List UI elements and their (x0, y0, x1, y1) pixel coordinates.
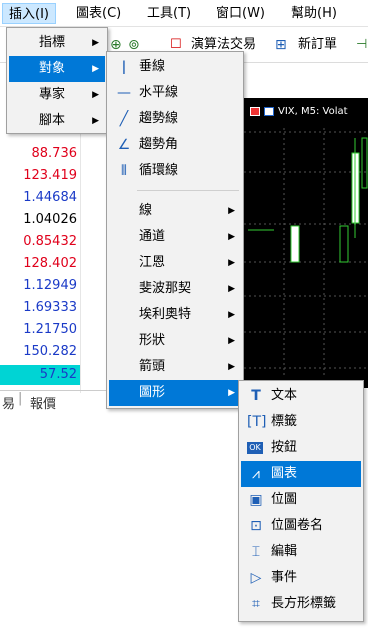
menu-item-chart[interactable]: ⩘ 圖表 (241, 461, 361, 487)
price-value: 150.282 (23, 344, 77, 359)
objects-submenu: ǀ 垂線 — 水平線 ╱ 趨勢線 ∠ 趨勢角 ⫴ 循環線 線 ▶ 通道 ▶ 江恩… (106, 51, 244, 409)
price-value: 128.402 (23, 256, 77, 271)
menu-item-experts[interactable]: 專家 ▶ (9, 82, 105, 108)
text-icon: T (251, 388, 261, 404)
price-value: 0.85432 (23, 234, 77, 249)
submenu-arrow-icon: ▶ (228, 310, 235, 320)
price-value-selected: 57.52 (0, 365, 80, 385)
bitmap-label-icon: ⊡ (250, 518, 262, 534)
bitmap-icon: ▣ (249, 492, 263, 508)
menu-item-vertical-line[interactable]: ǀ 垂線 (109, 54, 241, 80)
graphics-submenu: T 文本 [T] 標籤 OK 按鈕 ⩘ 圖表 ▣ 位圖 ⊡ 位圖卷名 ⌶ 編輯 … (238, 380, 364, 622)
submenu-arrow-icon: ▶ (92, 116, 99, 126)
price-value: 1.21750 (23, 322, 77, 337)
submenu-arrow-icon: ▶ (228, 206, 235, 216)
submenu-arrow-icon: ▶ (228, 232, 235, 242)
menu-item-cycle-lines[interactable]: ⫴ 循環線 (109, 158, 241, 184)
menu-item-bitmap[interactable]: ▣ 位圖 (241, 487, 361, 513)
new-order-button[interactable]: 新訂單 (298, 35, 337, 55)
menu-help[interactable]: 幫助(H) (285, 3, 343, 24)
price-value: 1.44684 (23, 190, 77, 205)
menu-item-event[interactable]: ▷ 事件 (241, 565, 361, 591)
menu-item-elliott[interactable]: 埃利奧特 ▶ (109, 302, 241, 328)
menu-window[interactable]: 窗口(W) (210, 3, 271, 24)
submenu-arrow-icon: ▶ (228, 258, 235, 268)
price-value: 1.69333 (23, 300, 77, 315)
horizontal-line-icon: — (117, 85, 131, 101)
submenu-arrow-icon: ▶ (228, 388, 235, 398)
price-chart[interactable]: VIX, M5: Volat (244, 98, 368, 388)
menu-item-rectangle-label[interactable]: ⌗ 長方形標籤 (241, 591, 361, 617)
menu-item-fibonacci[interactable]: 斐波那契 ▶ (109, 276, 241, 302)
submenu-arrow-icon: ▶ (228, 284, 235, 294)
menu-item-button[interactable]: OK 按鈕 (241, 435, 361, 461)
menu-item-trend-angle[interactable]: ∠ 趨勢角 (109, 132, 241, 158)
menu-item-gann[interactable]: 江恩 ▶ (109, 250, 241, 276)
event-icon: ▷ (250, 570, 262, 586)
menu-item-lines[interactable]: 線 ▶ (109, 198, 241, 224)
submenu-arrow-icon: ▶ (228, 362, 235, 372)
submenu-arrow-icon: ▶ (228, 336, 235, 346)
button-icon: OK (247, 442, 263, 454)
price-value: 1.04026 (23, 212, 77, 227)
menu-item-objects[interactable]: 對象 ▶ (9, 56, 105, 82)
trend-angle-icon: ∠ (117, 137, 131, 153)
bottom-tabs: 易 | 報價 (0, 390, 108, 412)
menu-item-channels[interactable]: 通道 ▶ (109, 224, 241, 250)
menu-insert[interactable]: 插入(I) (2, 3, 56, 24)
chart-icon: ⩘ (252, 466, 260, 482)
tab-divider: | (18, 391, 23, 406)
menu-item-trendline[interactable]: ╱ 趨勢線 (109, 106, 241, 132)
label-icon: [T] (247, 414, 267, 430)
vertical-line-icon: ǀ (121, 59, 127, 75)
menu-item-label[interactable]: [T] 標籤 (241, 409, 361, 435)
tab-trade[interactable]: 易 (2, 393, 15, 412)
tab-quotes[interactable]: 報價 (30, 393, 56, 412)
menu-item-shapes[interactable]: 形狀 ▶ (109, 328, 241, 354)
menu-item-arrows[interactable]: 箭頭 ▶ (109, 354, 241, 380)
rectangle-label-icon: ⌗ (252, 596, 260, 612)
menubar: 插入(I) 圖表(C) 工具(T) 窗口(W) 幫助(H) (0, 0, 368, 27)
insert-menu: 指標 ▶ 對象 ▶ 專家 ▶ 腳本 ▶ (6, 27, 108, 134)
price-value: 123.419 (23, 168, 77, 183)
menu-item-edit[interactable]: ⌶ 編輯 (241, 539, 361, 565)
menu-item-indicators[interactable]: 指標 ▶ (9, 30, 105, 56)
cycle-lines-icon: ⫴ (121, 163, 127, 179)
submenu-arrow-icon: ▶ (92, 38, 99, 48)
menu-charts[interactable]: 圖表(C) (70, 3, 127, 24)
submenu-arrow-icon: ▶ (92, 90, 99, 100)
submenu-arrow-icon: ▶ (92, 64, 99, 74)
chart-type-icon[interactable]: ⊣ (356, 35, 367, 55)
price-value: 1.12949 (23, 278, 77, 293)
edit-icon: ⌶ (251, 544, 261, 560)
new-order-icon: ⊞ (275, 37, 287, 53)
menu-item-graphics[interactable]: 圖形 ▶ (109, 380, 241, 406)
chart-canvas (244, 128, 368, 378)
trendline-icon: ╱ (119, 111, 129, 127)
menu-tools[interactable]: 工具(T) (141, 3, 197, 24)
menu-item-scripts[interactable]: 腳本 ▶ (9, 108, 105, 134)
menu-item-bitmap-label[interactable]: ⊡ 位圖卷名 (241, 513, 361, 539)
menu-item-text[interactable]: T 文本 (241, 383, 361, 409)
menu-item-horizontal-line[interactable]: — 水平線 (109, 80, 241, 106)
menu-separator (137, 190, 239, 191)
price-value: 88.736 (31, 146, 78, 161)
